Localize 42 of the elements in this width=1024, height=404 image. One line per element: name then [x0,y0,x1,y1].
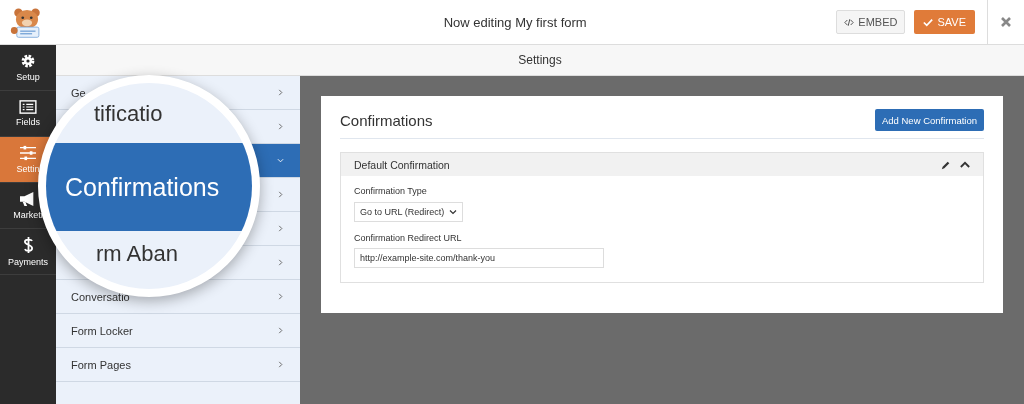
close-icon[interactable] [1000,16,1012,28]
sidebar-label: Fields [16,117,40,127]
sidebar-label: Payments [8,257,48,267]
section-header[interactable]: Default Confirmation [341,153,983,176]
redirect-url-field[interactable]: http://example-site.com/thank-you [354,248,604,268]
settings-header: Settings [56,45,1024,76]
field-label: Confirmation Type [354,186,428,196]
chevron-up-icon[interactable] [960,161,970,168]
menu-item-label: Ge [71,86,86,99]
chevron-right-icon [277,89,284,96]
field-label: Confirmation Redirect URL [354,233,463,243]
sidebar-label: Settin [16,164,40,174]
sliders-icon [19,145,37,161]
magnified-menu-item-label: tificatio [94,101,163,127]
checkmark-icon [923,17,934,27]
confirmation-type-dropdown[interactable]: Go to URL (Redirect) [354,202,464,222]
chevron-right-icon [277,259,284,266]
add-confirmation-button[interactable]: Add New Confirmation [874,109,984,131]
sidebar-label: Marketi [13,210,43,220]
menu-item-label: Form Locker [71,324,133,337]
menu-item-label: Form Pages [71,358,131,371]
magnified-menu-item-label: Confirmations [65,172,220,202]
chevron-right-icon [277,191,284,198]
dollar-icon [22,236,34,254]
chevron-right-icon [277,123,284,130]
list-icon [19,100,37,114]
pencil-icon[interactable] [941,159,951,170]
sidebar-label: Setup [16,72,40,82]
menu-item-label: Conversatio [71,290,130,303]
window-title: Now editing My first form [442,14,588,30]
chevron-right-icon [277,361,284,368]
chevron-down-icon [277,157,284,164]
chevron-right-icon [277,225,284,232]
embed-button[interactable]: EMBED [836,10,906,34]
caret-icon [449,209,458,215]
code-icon [844,17,855,27]
magnified-menu-item-label: rm Aban [96,241,178,267]
section-title: Default Confirmation [354,158,450,171]
section-title: Confirmations [340,111,433,129]
chevron-right-icon [277,293,284,300]
chevron-right-icon [277,327,284,334]
gear-icon [20,53,36,69]
